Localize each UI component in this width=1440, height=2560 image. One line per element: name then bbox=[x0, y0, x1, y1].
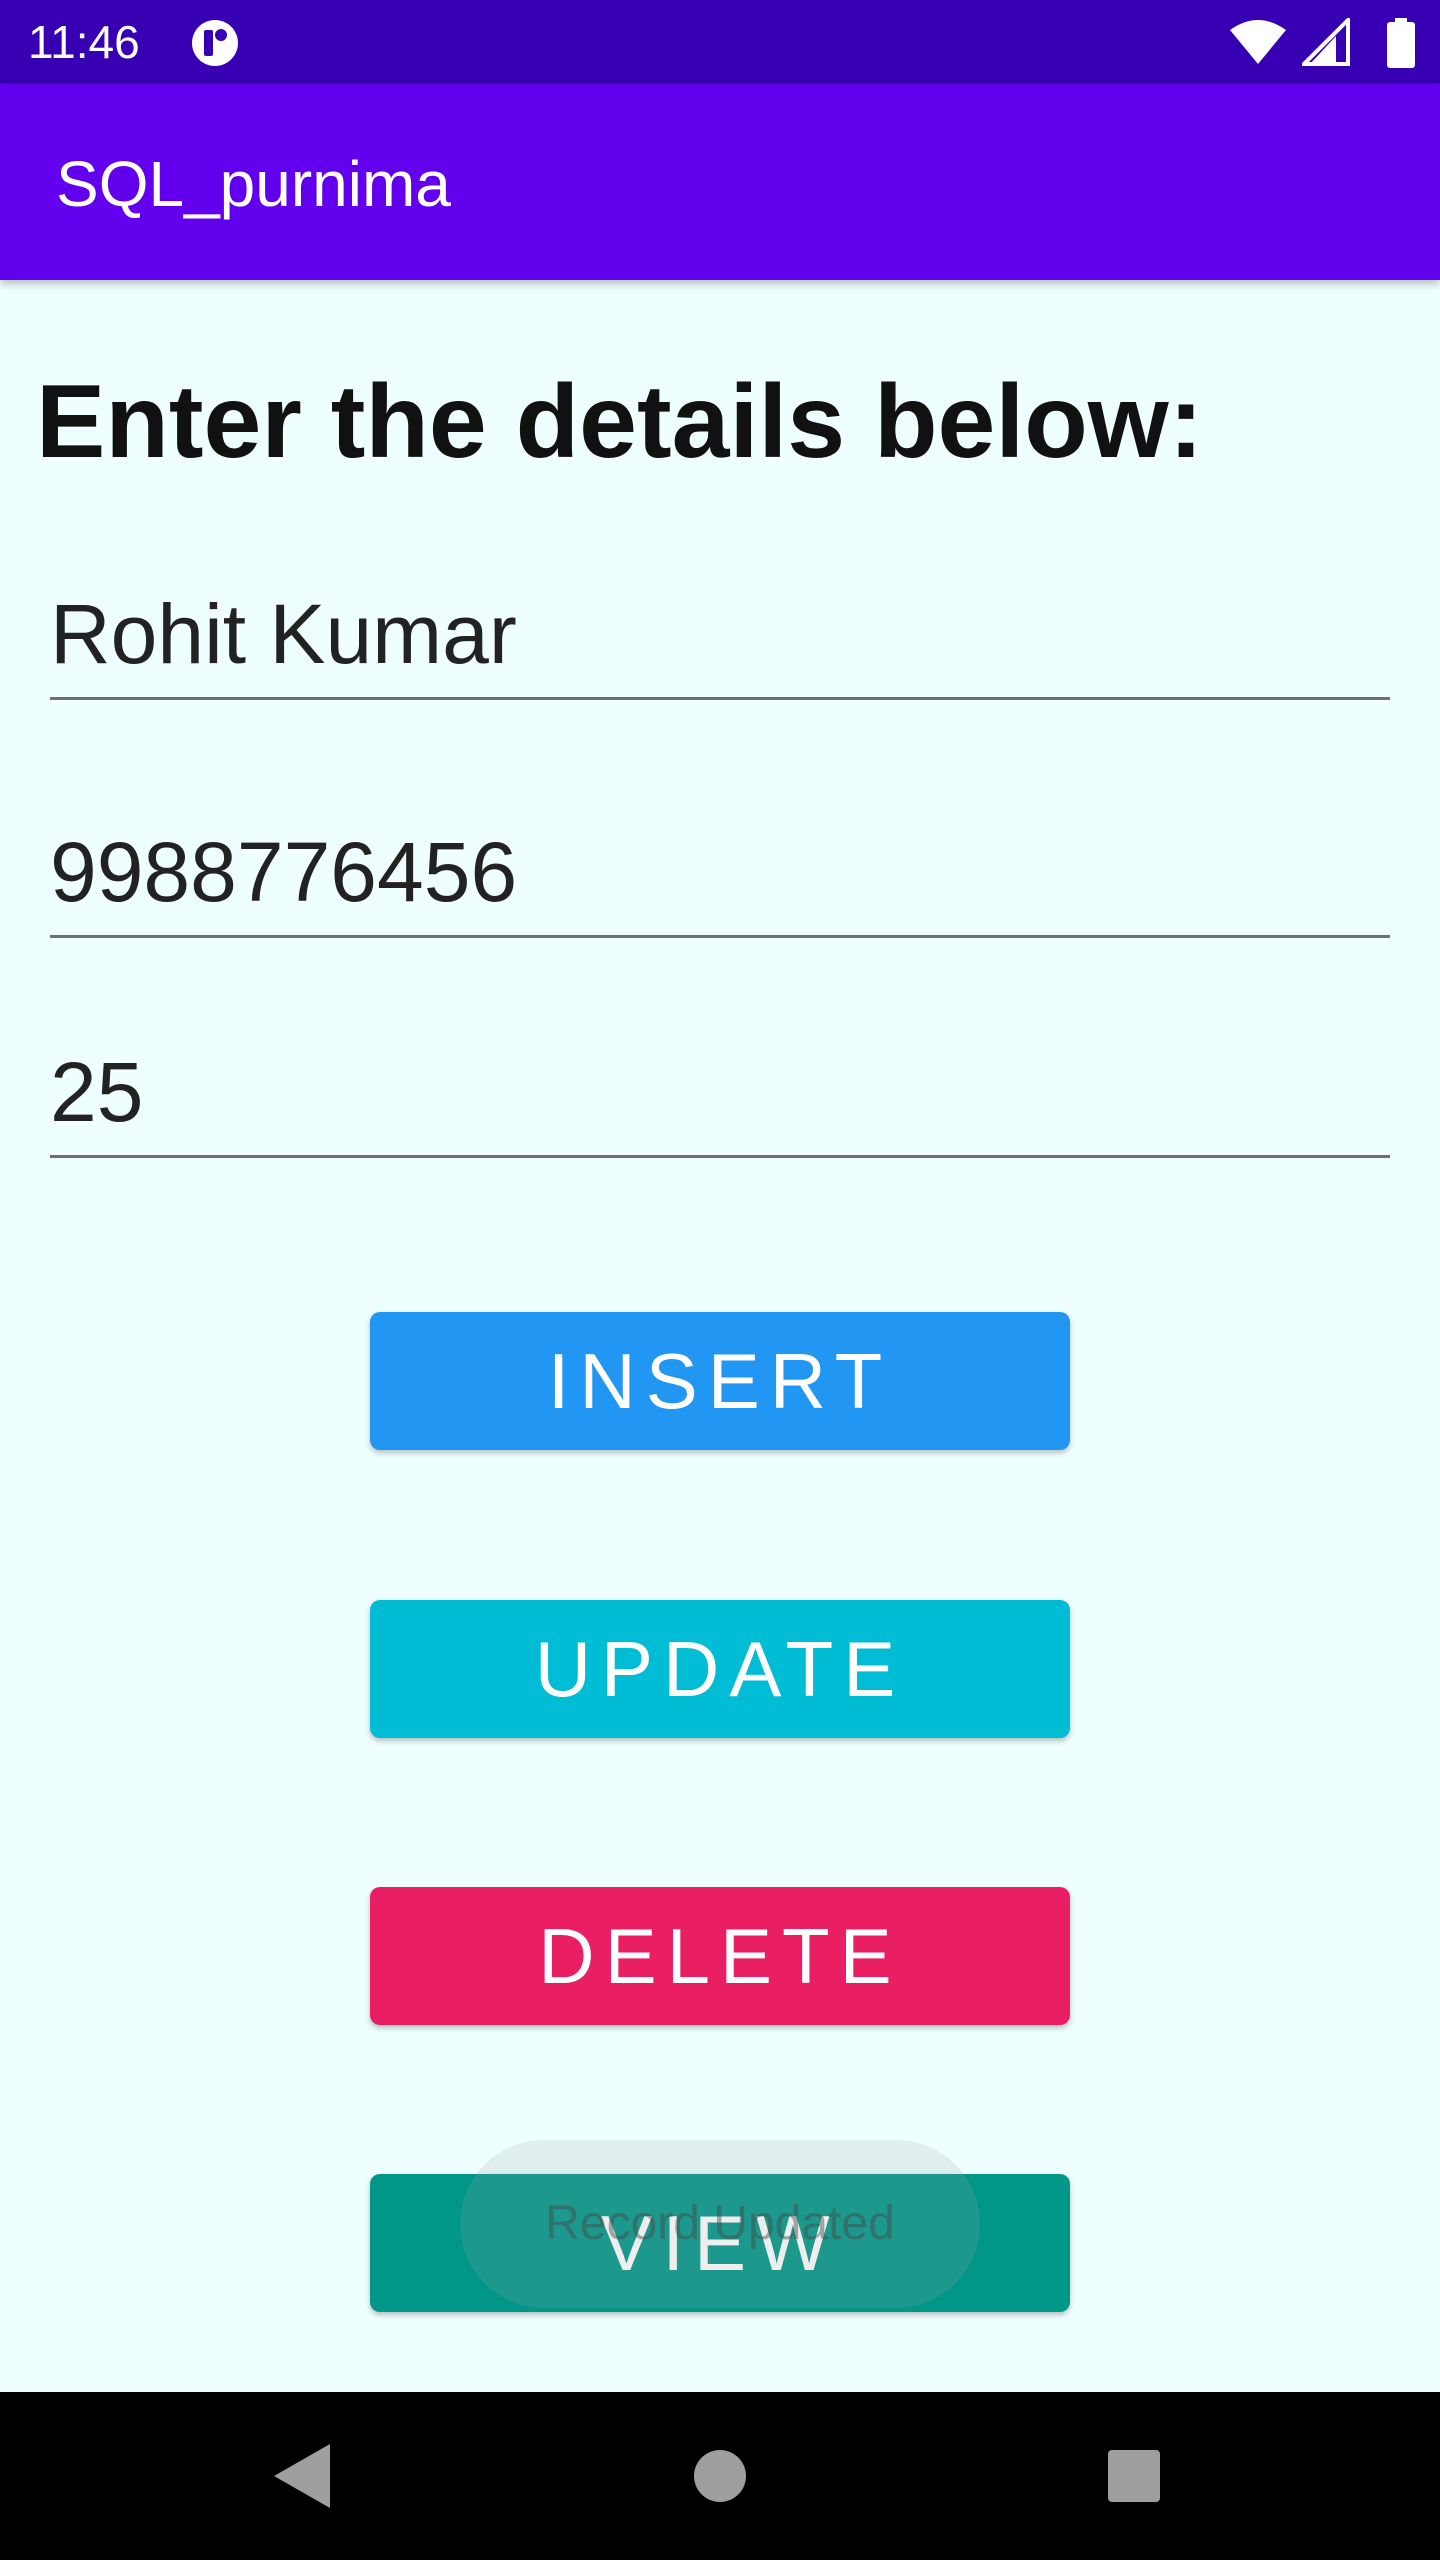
insert-button[interactable]: INSERT bbox=[370, 1312, 1070, 1450]
status-bar: 11:46 bbox=[0, 0, 1440, 84]
form-heading: Enter the details below: bbox=[36, 364, 1204, 480]
name-field-underline bbox=[50, 697, 1390, 700]
back-icon[interactable] bbox=[262, 2436, 342, 2516]
name-field[interactable]: Rohit Kumar bbox=[50, 587, 1390, 700]
name-field-value[interactable]: Rohit Kumar bbox=[50, 586, 517, 682]
toast-message: Record Updated bbox=[460, 2140, 980, 2308]
home-icon[interactable] bbox=[680, 2436, 760, 2516]
app-notification-icon bbox=[192, 20, 238, 66]
age-field-underline bbox=[50, 1155, 1390, 1158]
app-bar: SQL_purnima bbox=[0, 84, 1440, 280]
status-time: 11:46 bbox=[28, 16, 140, 68]
app-title: SQL_purnima bbox=[56, 148, 451, 220]
delete-button[interactable]: DELETE bbox=[370, 1887, 1070, 2025]
update-button[interactable]: UPDATE bbox=[370, 1600, 1070, 1738]
navigation-bar bbox=[0, 2392, 1440, 2560]
contact-field-underline bbox=[50, 935, 1390, 938]
contact-field-value[interactable]: 9988776456 bbox=[50, 824, 517, 920]
wifi-icon bbox=[1230, 20, 1286, 64]
battery-icon bbox=[1387, 18, 1415, 68]
cellular-icon bbox=[1302, 18, 1350, 66]
contact-field[interactable]: 9988776456 bbox=[50, 825, 1390, 938]
age-field[interactable]: 25 bbox=[50, 1045, 1390, 1158]
age-field-value[interactable]: 25 bbox=[50, 1044, 143, 1140]
recents-icon[interactable] bbox=[1094, 2436, 1174, 2516]
